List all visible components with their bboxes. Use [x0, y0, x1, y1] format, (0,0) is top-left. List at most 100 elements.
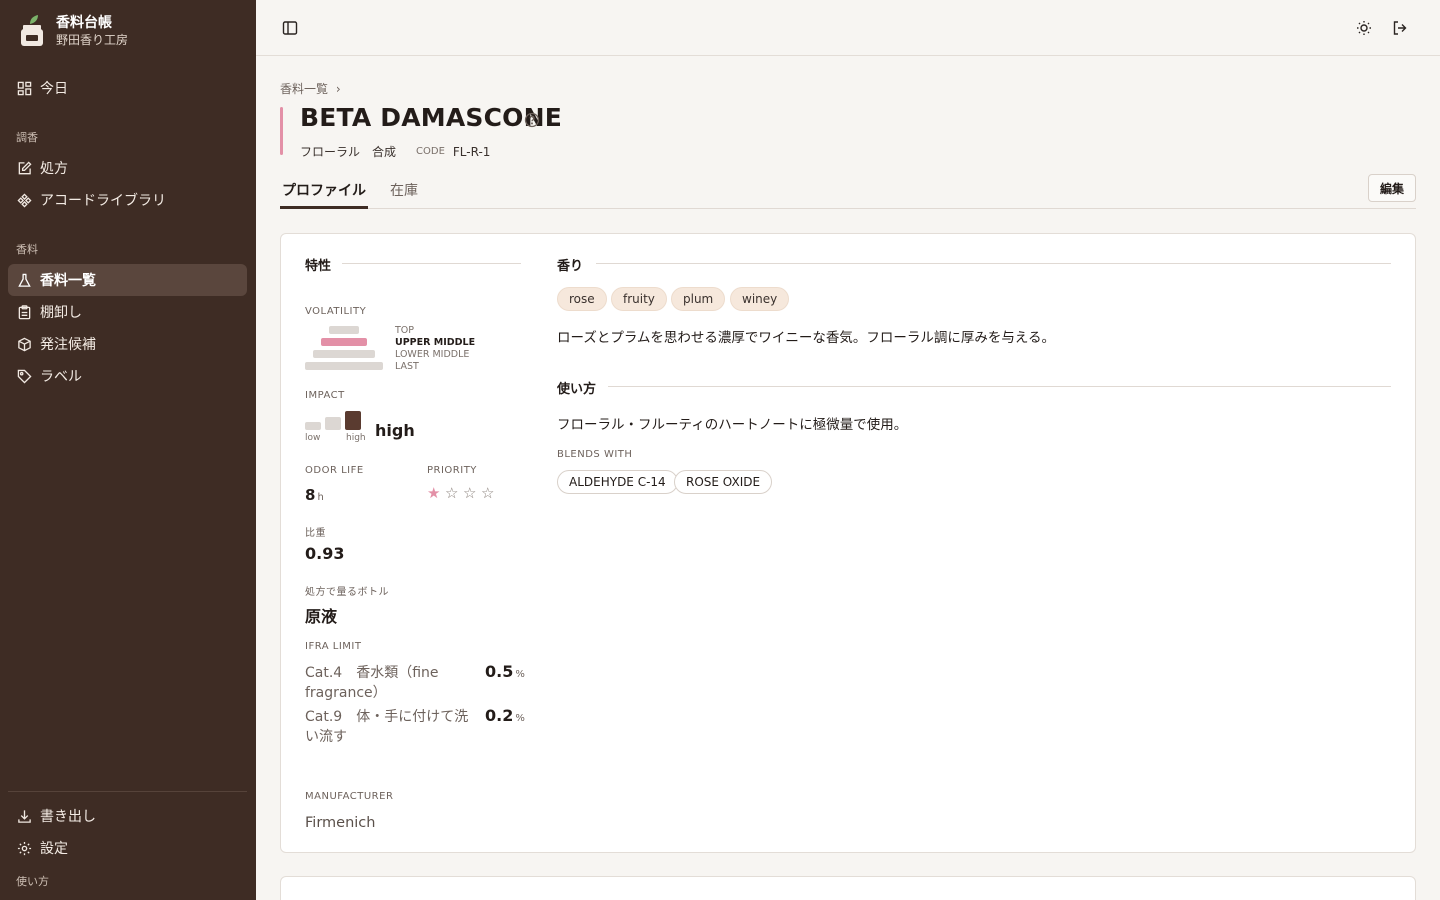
- sidebar-item-label: アコードライブラリ: [40, 193, 166, 209]
- sidebar-item-accord-library[interactable]: アコードライブラリ: [8, 184, 247, 216]
- sidebar-item-label: 書き出し: [40, 809, 96, 825]
- tabs-divider: [280, 208, 1416, 209]
- ifra-category: Cat.9 体・手に付けて洗い流す: [305, 709, 469, 745]
- breadcrumb-link-material-list[interactable]: 香料一覧: [280, 82, 328, 96]
- topbar: [256, 0, 1440, 56]
- impact-label: IMPACT: [305, 390, 345, 401]
- sidebar-divider: [8, 791, 247, 792]
- blend-chip-aldehyde-c14[interactable]: ALDEHYDE C-14: [557, 470, 678, 494]
- logout-icon[interactable]: [1386, 14, 1414, 42]
- blends-with-label: BLENDS WITH: [557, 449, 633, 460]
- edit-note-icon: [16, 160, 32, 176]
- scent-tag: fruity: [611, 287, 667, 311]
- clipboard-icon: [16, 304, 32, 320]
- properties-heading-rule: [342, 263, 521, 264]
- ifra-limit-value: 0.2%: [485, 706, 525, 725]
- material-family: フローラル: [300, 145, 361, 159]
- manufacturer-label: MANUFACTURER: [305, 791, 394, 802]
- sidebar-item-material-list[interactable]: 香料一覧: [8, 264, 247, 296]
- odor-life-number: 8: [305, 486, 316, 504]
- brand[interactable]: 香料台帳 野田香り工房: [18, 14, 128, 48]
- volatility-bar-last: [305, 362, 383, 370]
- impact-step-low: [305, 422, 321, 430]
- breadcrumb-separator: ›: [335, 82, 341, 96]
- ifra-limit-unit: %: [515, 713, 525, 724]
- breadcrumb: 香料一覧 ›: [280, 80, 341, 97]
- brand-subtitle: 野田香り工房: [56, 33, 129, 47]
- sidebar-item-label: 設定: [40, 841, 68, 857]
- tab-stock[interactable]: 在庫: [390, 180, 418, 200]
- blend-chip-rose-oxide[interactable]: ROSE OXIDE: [674, 470, 773, 494]
- odor-life-unit: h: [317, 492, 324, 503]
- impact-high-label: high: [346, 433, 366, 443]
- theme-toggle-sun-icon[interactable]: [1350, 14, 1378, 42]
- ifra-limit-label: IFRA LIMIT: [305, 641, 362, 652]
- scent-tag: winey: [730, 287, 790, 311]
- properties-heading: 特性: [305, 259, 332, 274]
- sidebar-item-export[interactable]: 書き出し: [8, 800, 247, 832]
- gear-icon: [16, 840, 32, 856]
- impact-step-high: [345, 411, 361, 430]
- sidebar-section-materials: 香料: [16, 243, 38, 256]
- edit-button[interactable]: 編集: [1368, 174, 1416, 202]
- flask-icon: [16, 272, 32, 288]
- odor-life-value: 8h: [305, 486, 324, 504]
- sidebar-item-label: 発注候補: [40, 337, 96, 353]
- diamond-nodes-icon: [16, 192, 32, 208]
- ifra-limit-unit: %: [515, 669, 525, 680]
- priority-label: PRIORITY: [427, 465, 477, 476]
- bottle-label: 処方で量るボトル: [305, 587, 389, 598]
- brand-title: 香料台帳: [56, 15, 112, 31]
- usage-heading-rule: [608, 386, 1391, 387]
- star-empty-icon[interactable]: ☆: [445, 486, 458, 501]
- scent-heading: 香り: [557, 259, 584, 274]
- volatility-level-top: TOP: [395, 325, 415, 336]
- sidebar-toggle-icon[interactable]: [276, 14, 304, 42]
- volatility-bar-top: [329, 326, 359, 334]
- package-icon: [16, 336, 32, 352]
- sidebar-item-formulas[interactable]: 処方: [8, 152, 247, 184]
- star-empty-icon[interactable]: ☆: [463, 486, 476, 501]
- impact-low-label: low: [305, 433, 321, 443]
- download-icon: [16, 808, 32, 824]
- sidebar-item-howto[interactable]: 使い方: [16, 873, 49, 889]
- sidebar-item-labels[interactable]: ラベル: [8, 360, 247, 392]
- usage-heading: 使い方: [557, 382, 597, 397]
- ifra-limit-number: 0.5: [485, 662, 514, 681]
- sidebar-item-settings[interactable]: 設定: [8, 832, 247, 864]
- help-circle-icon[interactable]: [524, 112, 540, 132]
- brand-logo-icon: [18, 14, 46, 48]
- volatility-level-lower-middle: LOWER MIDDLE: [395, 349, 470, 360]
- scent-tag: plum: [671, 287, 726, 311]
- sidebar-item-stocktake[interactable]: 棚卸し: [8, 296, 247, 328]
- specific-gravity-value: 0.93: [305, 544, 345, 563]
- sidebar: 香料台帳 野田香り工房 今日 調香 処方 アコードライブラリ 香料 香料一覧 棚…: [0, 0, 256, 900]
- sidebar-item-label: 今日: [40, 81, 68, 97]
- impact-step-mid: [325, 417, 341, 430]
- sidebar-item-label: 処方: [40, 161, 68, 177]
- scent-heading-rule: [596, 263, 1391, 264]
- impact-value: high: [375, 421, 415, 440]
- sidebar-section-blending: 調香: [16, 131, 38, 144]
- volatility-bar-lower-middle: [313, 350, 375, 358]
- page-title: BETA DAMASCONE: [300, 103, 563, 132]
- star-empty-icon[interactable]: ☆: [481, 486, 494, 501]
- specific-gravity-label: 比重: [305, 528, 326, 539]
- ifra-limit-number: 0.2: [485, 706, 514, 725]
- sidebar-item-today[interactable]: 今日: [8, 72, 247, 104]
- tab-profile[interactable]: プロファイル: [282, 180, 366, 200]
- sidebar-item-label: ラベル: [40, 369, 82, 385]
- grid-icon: [16, 80, 32, 96]
- star-filled-icon[interactable]: ★: [427, 486, 440, 501]
- material-meta: フローラル 合成 CODE FL-R-1: [300, 143, 490, 160]
- material-color-accent: [280, 107, 283, 155]
- scent-tag: rose: [557, 287, 607, 311]
- odor-life-label: ODOR LIFE: [305, 465, 364, 476]
- scent-description: ローズとプラムを思わせる濃厚でワイニーな香気。フローラル調に厚みを与える。: [557, 330, 1056, 346]
- volatility-bar-upper-middle: [321, 338, 367, 346]
- sidebar-item-label: 棚卸し: [40, 305, 82, 321]
- bottle-value: 原液: [305, 607, 338, 626]
- ifra-category: Cat.4 香水類（fine fragrance）: [305, 665, 439, 701]
- volatility-level-last: LAST: [395, 361, 419, 372]
- sidebar-item-order-candidates[interactable]: 発注候補: [8, 328, 247, 360]
